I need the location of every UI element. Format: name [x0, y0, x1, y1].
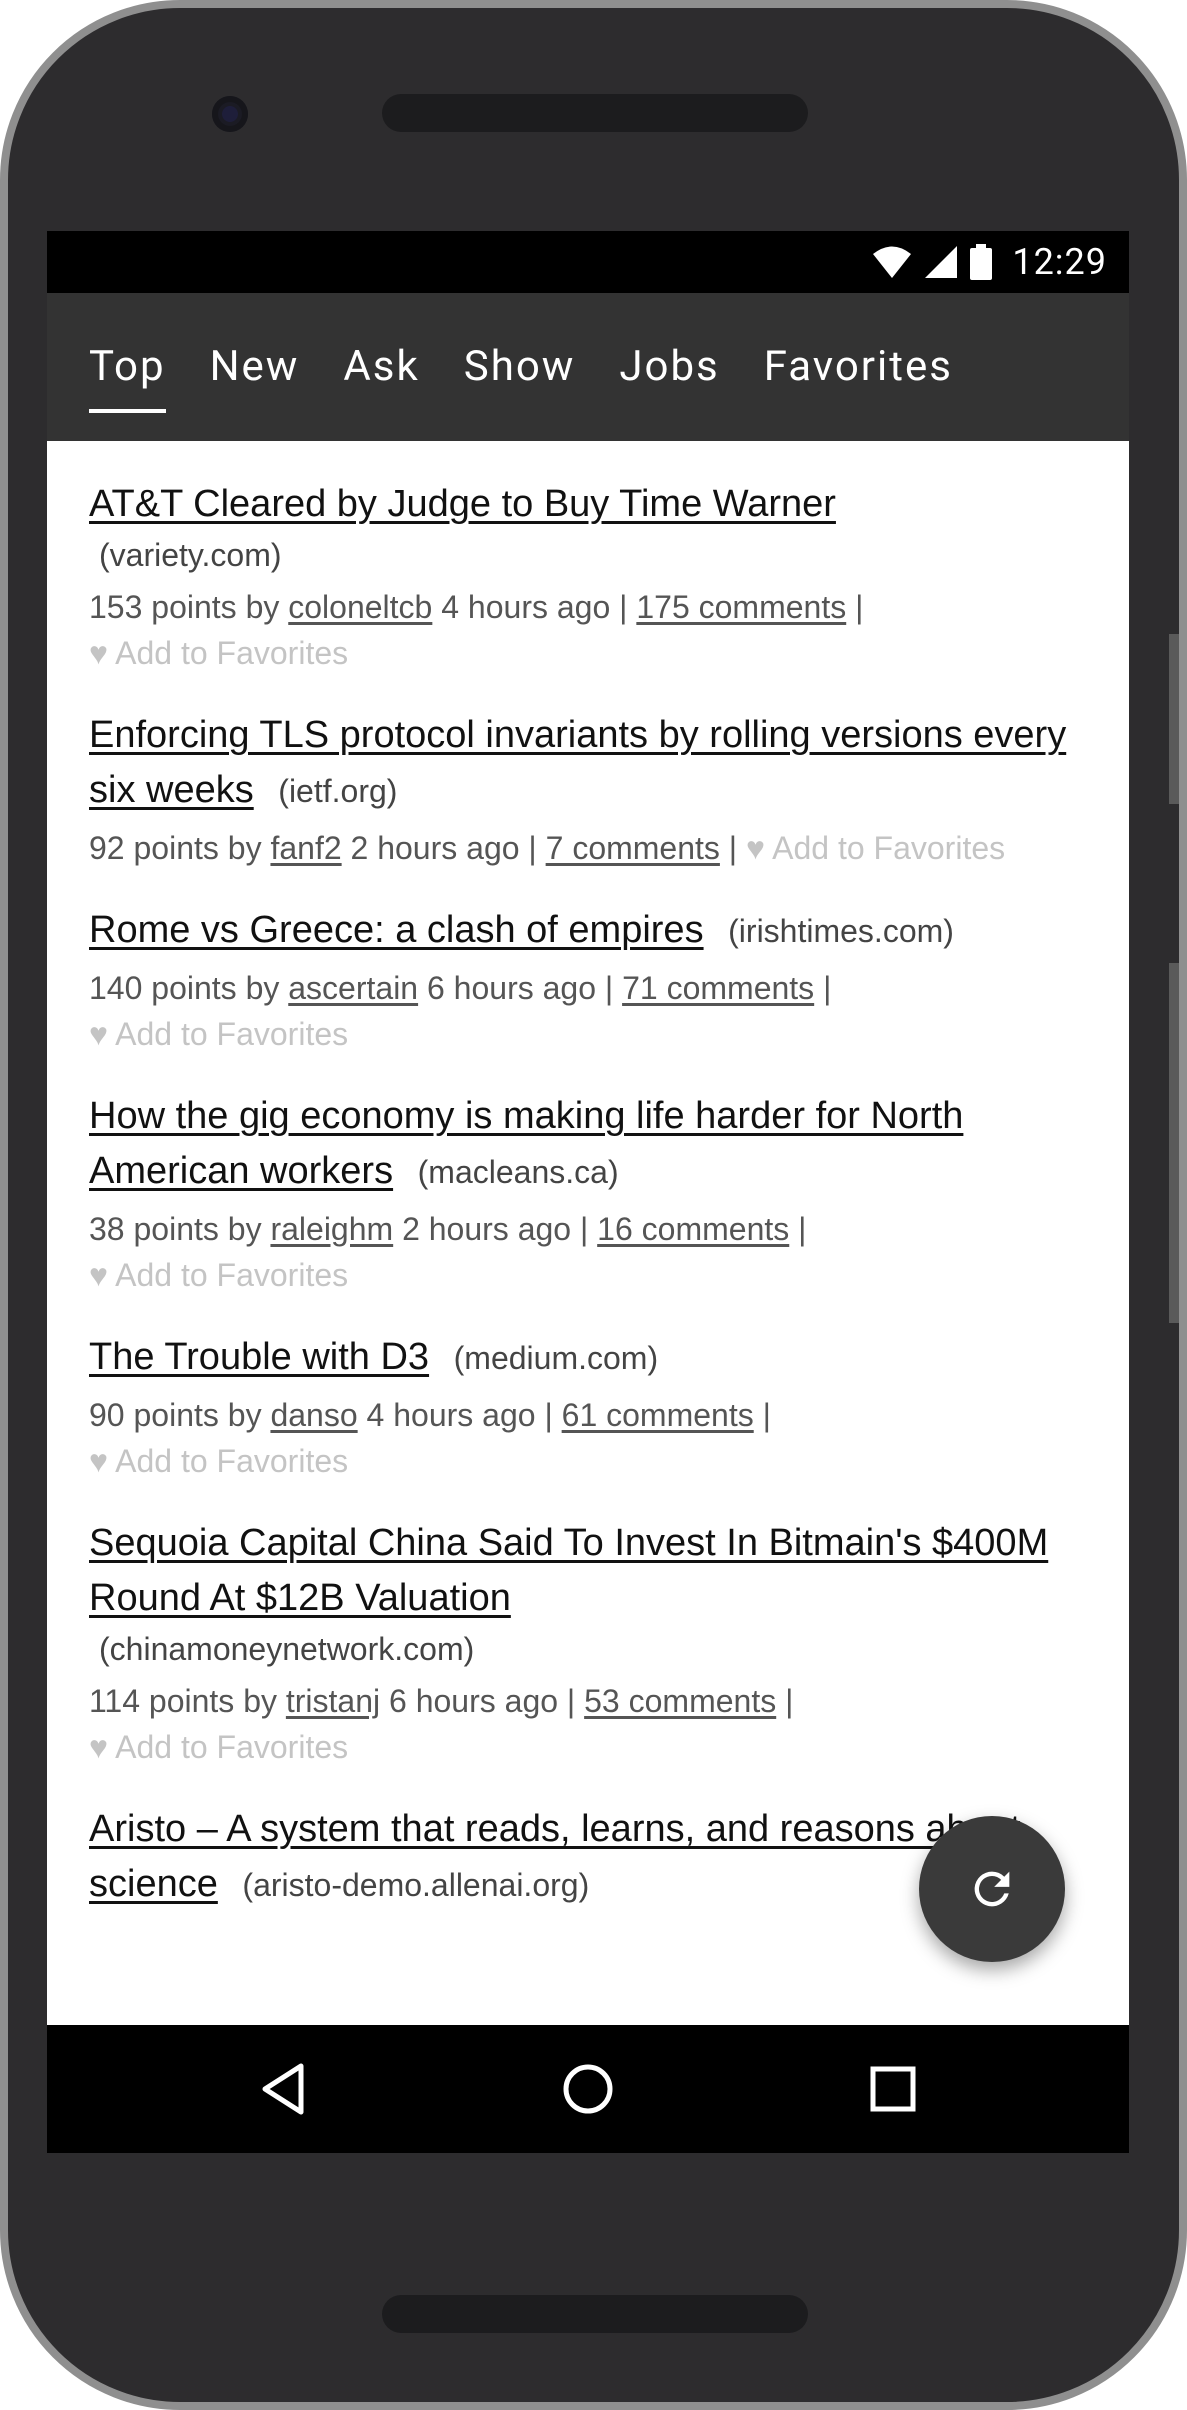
story-points: 90 points by — [89, 1397, 262, 1433]
story-comments-link[interactable]: 53 comments — [584, 1683, 776, 1719]
refresh-button[interactable] — [919, 1816, 1065, 1962]
story-age: 4 hours ago | — [441, 589, 628, 625]
story-domain: (variety.com) — [99, 537, 282, 573]
story-age: 6 hours ago | — [389, 1683, 576, 1719]
story-domain: (medium.com) — [453, 1340, 659, 1376]
screen: 12:29 Top New Ask Show Jobs Favorites AT… — [47, 231, 1129, 2153]
story-points: 140 points by — [89, 970, 280, 1006]
story-meta: 153 points by coloneltcb 4 hours ago | 1… — [89, 584, 1087, 630]
meta-separator: | — [823, 970, 832, 1006]
story-age: 4 hours ago | — [366, 1397, 553, 1433]
story-comments-link[interactable]: 16 comments — [597, 1211, 789, 1247]
story-comments-link[interactable]: 71 comments — [622, 970, 814, 1006]
story-points: 153 points by — [89, 589, 280, 625]
tab-top[interactable]: Top — [89, 334, 166, 413]
story-title-link[interactable]: The Trouble with D3 — [89, 1336, 429, 1378]
add-to-favorites-button[interactable]: ♥ Add to Favorites — [89, 1438, 1087, 1484]
earpiece-speaker — [382, 94, 808, 132]
volume-button — [1169, 634, 1179, 804]
nav-home-button[interactable] — [528, 2025, 648, 2153]
story-user-link[interactable]: danso — [270, 1397, 357, 1433]
front-camera — [212, 96, 248, 132]
power-button — [1169, 963, 1179, 1323]
story-comments-link[interactable]: 61 comments — [562, 1397, 754, 1433]
list-item: How the gig economy is making life harde… — [89, 1057, 1087, 1298]
home-icon — [563, 2064, 613, 2114]
add-to-favorites-button[interactable]: ♥ Add to Favorites — [89, 1252, 1087, 1298]
story-meta: 90 points by danso 4 hours ago | 61 comm… — [89, 1392, 1087, 1438]
tab-jobs[interactable]: Jobs — [619, 334, 719, 401]
cell-signal-icon — [925, 246, 958, 278]
story-title-link[interactable]: Enforcing TLS protocol invariants by rol… — [89, 714, 1066, 811]
story-points: 114 points by — [89, 1683, 277, 1719]
story-points: 92 points by — [89, 830, 262, 866]
add-to-favorites-button[interactable]: ♥ Add to Favorites — [746, 830, 1005, 866]
system-nav-bar — [47, 2025, 1129, 2153]
story-title-link[interactable]: Rome vs Greece: a clash of empires — [89, 909, 704, 951]
story-age: 6 hours ago | — [426, 970, 614, 1006]
story-meta: 92 points by fanf2 2 hours ago | 7 comme… — [89, 825, 1087, 871]
story-meta: 140 points by ascertain 6 hours ago | 71… — [89, 965, 1087, 1011]
refresh-icon — [974, 1871, 1010, 1907]
add-to-favorites-button[interactable]: ♥ Add to Favorites — [89, 630, 1087, 676]
add-to-favorites-button[interactable]: ♥ Add to Favorites — [89, 1011, 1087, 1057]
meta-separator: | — [855, 589, 864, 625]
list-item: Sequoia Capital China Said To Invest In … — [89, 1484, 1087, 1770]
story-list: AT&T Cleared by Judge to Buy Time Warner… — [47, 441, 1129, 1913]
story-user-link[interactable]: raleighm — [270, 1211, 393, 1247]
nav-back-button[interactable] — [223, 2025, 343, 2153]
story-domain: (irishtimes.com) — [728, 913, 954, 949]
battery-icon — [970, 244, 993, 280]
clock: 12:29 — [1012, 241, 1107, 283]
story-title-link[interactable]: AT&T Cleared by Judge to Buy Time Warner — [89, 483, 836, 525]
story-comments-link[interactable]: 175 comments — [636, 589, 846, 625]
story-age: 2 hours ago | — [350, 830, 537, 866]
wifi-icon — [873, 246, 912, 278]
tab-favorites[interactable]: Favorites — [764, 334, 953, 401]
story-domain: (macleans.ca) — [417, 1154, 619, 1190]
nav-recents-button[interactable] — [833, 2025, 953, 2153]
back-icon — [262, 2063, 304, 2115]
story-meta: 114 points by tristanj 6 hours ago | 53 … — [89, 1678, 1087, 1724]
list-item: The Trouble with D3 (medium.com) 90 poin… — [89, 1298, 1087, 1484]
story-domain: (aristo-demo.allenai.org) — [242, 1867, 590, 1903]
tab-ask[interactable]: Ask — [343, 334, 419, 401]
story-user-link[interactable]: fanf2 — [270, 830, 341, 866]
story-domain: (ietf.org) — [278, 773, 398, 809]
list-item: AT&T Cleared by Judge to Buy Time Warner… — [89, 441, 1087, 676]
story-meta: 38 points by raleighm 2 hours ago | 16 c… — [89, 1206, 1087, 1252]
status-bar: 12:29 — [47, 231, 1129, 293]
meta-separator: | — [728, 830, 738, 866]
story-user-link[interactable]: coloneltcb — [288, 589, 432, 625]
bottom-speaker — [382, 2295, 808, 2333]
story-age: 2 hours ago | — [402, 1211, 589, 1247]
story-user-link[interactable]: ascertain — [288, 970, 418, 1006]
meta-separator: | — [798, 1211, 807, 1247]
recents-icon — [870, 2066, 916, 2112]
story-user-link[interactable]: tristanj — [286, 1683, 380, 1719]
list-item: Enforcing TLS protocol invariants by rol… — [89, 676, 1087, 871]
meta-separator: | — [762, 1397, 771, 1433]
story-title-link[interactable]: Sequoia Capital China Said To Invest In … — [89, 1522, 1048, 1619]
tab-new[interactable]: New — [210, 334, 300, 401]
add-to-favorites-button[interactable]: ♥ Add to Favorites — [89, 1724, 1087, 1770]
tab-bar: Top New Ask Show Jobs Favorites — [47, 293, 1129, 441]
story-comments-link[interactable]: 7 comments — [546, 830, 720, 866]
list-item: Rome vs Greece: a clash of empires (iris… — [89, 871, 1087, 1057]
meta-separator: | — [785, 1683, 794, 1719]
tab-show[interactable]: Show — [464, 334, 576, 401]
story-points: 38 points by — [89, 1211, 262, 1247]
story-domain: (chinamoneynetwork.com) — [99, 1631, 475, 1667]
